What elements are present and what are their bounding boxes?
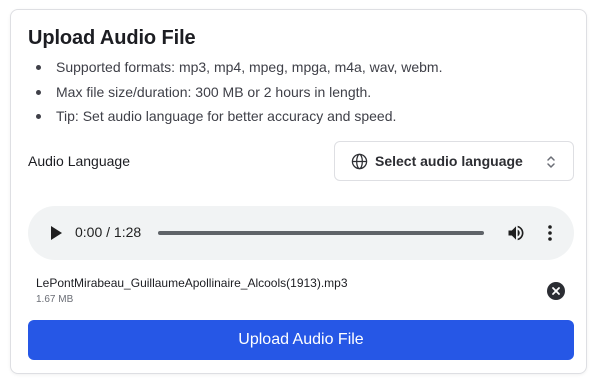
file-size: 1.67 MB xyxy=(36,294,74,305)
audio-player: 0:00 / 1:28 xyxy=(28,206,574,260)
more-vertical-icon[interactable] xyxy=(540,223,560,243)
progress-slider[interactable] xyxy=(158,231,484,235)
audio-language-label: Audio Language xyxy=(28,153,130,169)
globe-icon xyxy=(351,153,368,170)
volume-icon[interactable] xyxy=(506,223,526,243)
upload-audio-button[interactable]: Upload Audio File xyxy=(28,320,574,360)
tips-list: Supported formats: mp3, mp4, mpeg, mpga,… xyxy=(28,57,442,131)
chevron-up-down-icon xyxy=(547,156,555,168)
select-language-text: Select audio language xyxy=(375,153,523,169)
file-name: LePontMirabeau_GuillaumeApollinaire_Alco… xyxy=(36,276,348,290)
upload-audio-card: Upload Audio File Supported formats: mp3… xyxy=(10,9,587,374)
play-icon[interactable] xyxy=(47,224,65,242)
tip-language: Tip: Set audio language for better accur… xyxy=(28,106,442,131)
card-title: Upload Audio File xyxy=(28,27,196,49)
time-display: 0:00 / 1:28 xyxy=(75,224,142,240)
audio-language-select[interactable]: Select audio language xyxy=(334,141,574,181)
tip-formats: Supported formats: mp3, mp4, mpeg, mpga,… xyxy=(28,57,442,82)
close-circle-icon[interactable] xyxy=(547,282,565,300)
tip-max-size: Max file size/duration: 300 MB or 2 hour… xyxy=(28,82,442,107)
